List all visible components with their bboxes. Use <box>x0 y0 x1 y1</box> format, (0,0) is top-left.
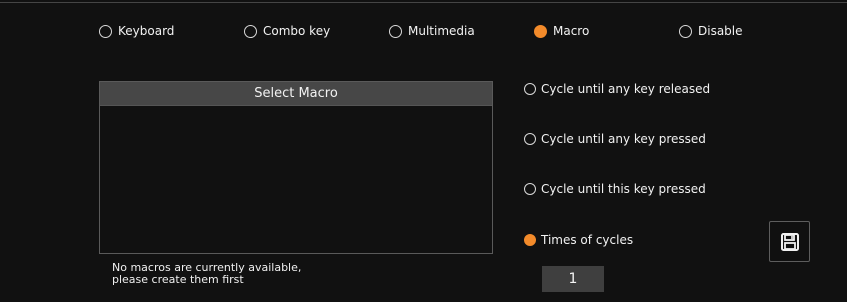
mode-label-macro: Macro <box>553 24 590 38</box>
macro-panel-header: Select Macro <box>100 82 492 106</box>
mode-option-keyboard[interactable]: Keyboard <box>99 24 174 38</box>
radio-icon <box>244 24 257 38</box>
empty-message-line-2: please create them first <box>112 273 244 286</box>
mode-label-multimedia: Multimedia <box>408 24 475 38</box>
radio-icon <box>99 24 112 38</box>
cycle-label-any-key-pressed: Cycle until any key pressed <box>541 132 706 146</box>
save-icon <box>780 232 799 251</box>
cycle-option-any-key-pressed[interactable]: Cycle until any key pressed <box>524 132 706 146</box>
mode-label-keyboard: Keyboard <box>118 24 175 38</box>
radio-selected-icon <box>524 234 536 246</box>
mode-option-macro[interactable]: Macro <box>534 24 589 38</box>
cycle-label-any-key-released: Cycle until any key released <box>541 82 711 96</box>
cycle-option-any-key-released[interactable]: Cycle until any key released <box>524 82 710 96</box>
mode-label-disable: Disable <box>698 24 743 38</box>
cycle-label-this-key-pressed: Cycle until this key pressed <box>541 182 706 196</box>
radio-icon <box>524 83 536 95</box>
radio-icon <box>389 24 402 38</box>
cycle-option-times-of-cycles[interactable]: Times of cycles <box>524 233 633 247</box>
macro-select-panel[interactable]: Select Macro <box>99 81 493 254</box>
key-function-settings: Keyboard Combo key Multimedia Macro Disa… <box>0 0 847 302</box>
radio-icon <box>524 183 536 195</box>
top-divider <box>0 0 847 3</box>
mode-option-multimedia[interactable]: Multimedia <box>389 24 475 38</box>
cycle-label-times-of-cycles: Times of cycles <box>541 233 634 247</box>
radio-selected-icon <box>534 24 547 38</box>
save-button[interactable] <box>769 221 810 262</box>
mode-option-disable[interactable]: Disable <box>679 24 743 38</box>
mode-label-combo-key: Combo key <box>263 24 331 38</box>
mode-option-combo-key[interactable]: Combo key <box>244 24 330 38</box>
cycle-option-this-key-pressed[interactable]: Cycle until this key pressed <box>524 182 706 196</box>
radio-icon <box>679 24 692 38</box>
empty-macros-message: No macros are currently available, pleas… <box>112 262 352 286</box>
cycles-count-input[interactable] <box>542 266 604 292</box>
radio-icon <box>524 133 536 145</box>
